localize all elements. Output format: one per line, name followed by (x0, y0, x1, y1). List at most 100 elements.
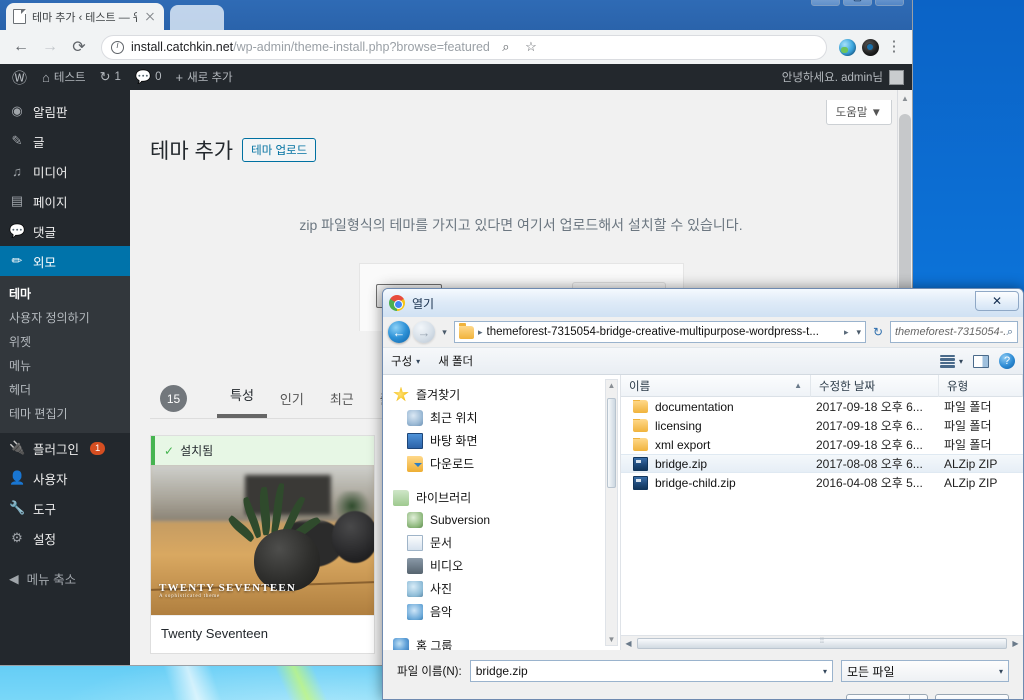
chevron-down-icon[interactable]: ▾ (999, 667, 1003, 676)
nav-item-videos[interactable]: 비디오 (393, 554, 620, 577)
column-header-type[interactable]: 유형 (939, 374, 1023, 397)
dialog-back-button[interactable]: ← (388, 321, 410, 343)
nav-item-pictures[interactable]: 사진 (393, 577, 620, 600)
adminbar-site[interactable]: ⌂ 테스트 (35, 64, 93, 90)
nav-item-recent-places[interactable]: 최근 위치 (393, 406, 620, 429)
dialog-close-button[interactable]: ✕ (975, 291, 1019, 311)
sidebar-item-appearance[interactable]: ✏ 외모 (0, 246, 132, 276)
globe-extension-icon[interactable] (839, 38, 856, 56)
navpane-scrollbar[interactable]: ▲ ▼ (605, 379, 618, 646)
collapse-menu-button[interactable]: ◀ 메뉴 축소 (0, 563, 130, 593)
file-type-select[interactable]: 모든 파일 ▾ (841, 660, 1009, 682)
info-icon[interactable] (111, 40, 124, 54)
nav-group-favorites[interactable]: 즐겨찾기 (393, 383, 620, 406)
sidebar-item-tools[interactable]: 🔧 도구 (0, 493, 130, 523)
column-header-date[interactable]: 수정한 날짜 (811, 374, 939, 397)
dialog-search-input[interactable]: themeforest-7315054-... ⌕ (890, 321, 1018, 343)
wordpress-logo-icon[interactable]: Ⓦ (4, 67, 35, 88)
reload-button[interactable]: ⟳ (66, 34, 92, 60)
filename-input[interactable]: bridge.zip ▾ (469, 660, 833, 682)
tab-close-icon[interactable] (143, 10, 157, 24)
sidebar-item-plugins[interactable]: 🔌 플러그인 1 (0, 433, 130, 463)
chevron-down-icon[interactable]: ▾ (823, 667, 827, 676)
browser-tab[interactable]: 테마 추가 ‹ 테스트 — 워 (6, 3, 164, 30)
scroll-down-arrow-icon[interactable]: ▼ (606, 635, 617, 644)
submenu-item-themes[interactable]: 테마 (0, 281, 130, 305)
sidebar-item-media[interactable]: ♫ 미디어 (0, 156, 130, 186)
scroll-up-arrow-icon[interactable]: ▲ (898, 94, 912, 103)
theme-installed-badge: ✓ 설치됨 (151, 436, 374, 465)
tab-featured[interactable]: 특성 (217, 379, 267, 418)
sidebar-item-settings[interactable]: ⚙ 설정 (0, 523, 130, 553)
comment-icon: 💬 (134, 69, 152, 84)
nav-item-subversion[interactable]: Subversion (393, 509, 620, 531)
preview-pane-icon[interactable] (973, 354, 989, 368)
browser-menu-icon[interactable]: ⋮ (884, 39, 904, 54)
sidebar-item-users[interactable]: 👤 사용자 (0, 463, 130, 493)
adminbar-new[interactable]: + 새로 추가 (169, 64, 240, 90)
nav-group-libraries[interactable]: 라이브러리 (393, 486, 620, 509)
sidebar-item-posts[interactable]: ✎ 글 (0, 126, 130, 156)
nav-group-homegroup[interactable]: 홈 그룹 (393, 634, 620, 650)
view-mode-button[interactable]: ▾ (939, 354, 963, 368)
address-dropdown-icon[interactable]: ▾ (852, 327, 861, 338)
adminbar-account[interactable]: 안녕하세요. admin님 (782, 69, 912, 85)
help-icon[interactable]: ? (999, 353, 1015, 369)
help-tab-button[interactable]: 도움말 ▼ (825, 100, 892, 125)
nav-item-music[interactable]: 음악 (393, 600, 620, 623)
sidebar-item-comments[interactable]: 💬 댓글 (0, 216, 130, 246)
tab-popular[interactable]: 인기 (267, 383, 317, 418)
cancel-button[interactable]: 취소 (935, 694, 1009, 699)
table-row[interactable]: documentation 2017-09-18 오후 6... 파일 폴더 (621, 397, 1023, 416)
adminbar-updates[interactable]: ↻ 1 (93, 64, 128, 90)
dialog-forward-button[interactable]: → (413, 321, 435, 343)
nav-item-documents[interactable]: 문서 (393, 531, 620, 554)
scroll-right-arrow-icon[interactable]: ▶ (1008, 639, 1023, 648)
camera-extension-icon[interactable] (862, 38, 879, 56)
bookmark-star-icon[interactable]: ☆ (522, 38, 540, 56)
theme-card[interactable]: ✓ 설치됨 TWENTY SEVENTEEN A sophisticated t… (150, 435, 375, 654)
tab-latest[interactable]: 최근 (317, 383, 367, 418)
new-folder-button[interactable]: 새 폴더 (438, 353, 473, 369)
address-bar[interactable]: install.catchkin.net/wp-admin/theme-inst… (101, 34, 827, 60)
adminbar-comments[interactable]: 💬 0 (128, 64, 169, 90)
submenu-item-theme-editor[interactable]: 테마 편집기 (0, 401, 130, 425)
minimize-button[interactable]: — (811, 0, 840, 6)
nav-item-downloads[interactable]: 다운로드 (393, 452, 620, 475)
scroll-left-arrow-icon[interactable]: ◀ (621, 639, 636, 648)
search-icon[interactable]: ⌕ (497, 38, 515, 56)
avatar (889, 69, 904, 85)
column-header-name[interactable]: 이름 ▲ (621, 374, 811, 397)
dialog-address-bar[interactable]: ▸ themeforest-7315054-bridge-creative-mu… (454, 321, 866, 343)
open-button[interactable]: 열기(O) (847, 695, 909, 699)
open-button-group[interactable]: 열기(O) ▾ (846, 694, 928, 699)
table-row[interactable]: bridge.zip 2017-08-08 오후 6... ALZip ZIP (621, 454, 1023, 473)
sidebar-item-dashboard[interactable]: ◉ 알림판 (0, 96, 130, 126)
upload-theme-button[interactable]: 테마 업로드 (242, 138, 317, 162)
history-dropdown-icon[interactable]: ▾ (438, 327, 451, 338)
maximize-button[interactable]: ▢ (843, 0, 872, 6)
table-row[interactable]: xml export 2017-09-18 오후 6... 파일 폴더 (621, 435, 1023, 454)
submenu-item-widgets[interactable]: 위젯 (0, 329, 130, 353)
table-row[interactable]: bridge-child.zip 2016-04-08 오후 5... ALZi… (621, 473, 1023, 492)
scrollbar-thumb[interactable] (607, 398, 616, 488)
scrollbar-thumb[interactable] (899, 114, 911, 294)
new-tab-button[interactable] (170, 5, 224, 30)
submenu-item-customize[interactable]: 사용자 정의하기 (0, 305, 130, 329)
dialog-refresh-icon[interactable]: ↻ (869, 325, 887, 339)
open-dropdown-icon[interactable]: ▾ (909, 695, 927, 699)
table-row[interactable]: licensing 2017-09-18 오후 6... 파일 폴더 (621, 416, 1023, 435)
scroll-up-arrow-icon[interactable]: ▲ (606, 381, 617, 390)
file-list-horizontal-scrollbar[interactable]: ◀ ▶ (621, 635, 1023, 650)
forward-button[interactable]: → (37, 34, 63, 60)
close-window-button[interactable]: ✕ (875, 0, 904, 6)
organize-button[interactable]: 구성 ▾ (391, 353, 420, 369)
sidebar-item-pages[interactable]: ▤ 페이지 (0, 186, 130, 216)
upload-hint-text: zip 파일형식의 테마를 가지고 있다면 여기서 업로드해서 설치할 수 있습… (299, 217, 743, 233)
submenu-item-menus[interactable]: 메뉴 (0, 353, 130, 377)
back-button[interactable]: ← (8, 34, 34, 60)
scrollbar-thumb[interactable] (637, 637, 1007, 649)
submenu-item-header[interactable]: 헤더 (0, 377, 130, 401)
nav-item-desktop[interactable]: 바탕 화면 (393, 429, 620, 452)
